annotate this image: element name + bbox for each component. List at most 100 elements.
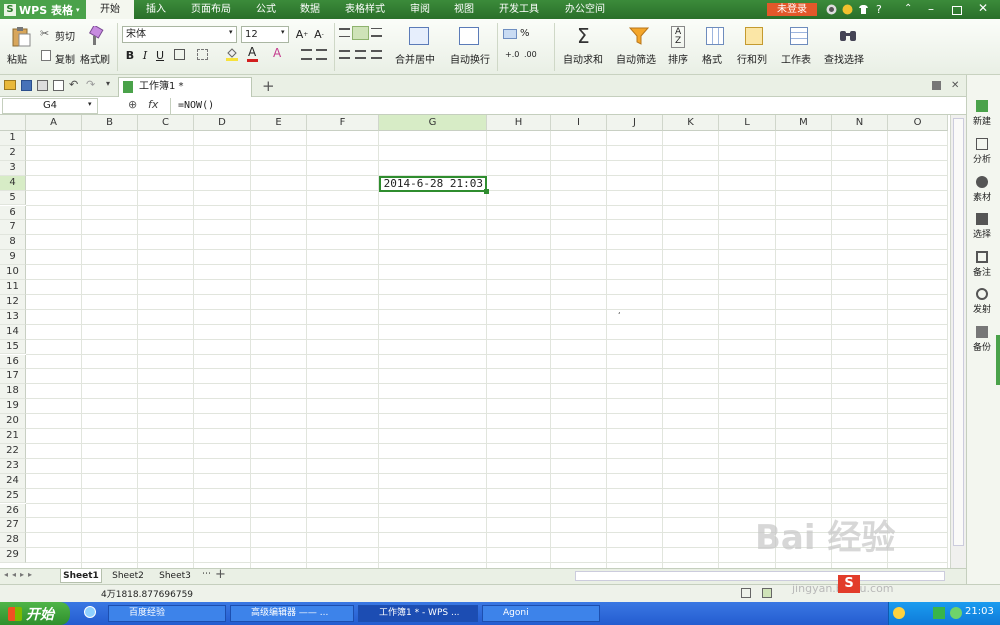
column-header-f[interactable]: F [307,115,379,131]
format-painter-icon[interactable] [87,26,105,46]
tab-view[interactable]: 视图 [442,0,486,19]
decrease-decimal-icon[interactable]: .00 [524,50,537,59]
column-header-o[interactable]: O [888,115,948,131]
start-button[interactable]: 开始 [0,602,70,625]
sort-icon[interactable]: AZ [671,26,686,48]
row-header-3[interactable]: 3 [0,160,26,176]
chevron-up-icon[interactable]: ⌃ [904,3,912,14]
sheet-tab-2[interactable]: Sheet2 [107,569,149,583]
align-middle-icon[interactable] [352,26,369,40]
close-doc-icon[interactable]: ✕ [951,80,959,91]
side-backup[interactable]: 备份 [966,326,998,353]
more-sheets-icon[interactable]: ⋯ [202,569,211,579]
row-col-icon[interactable] [745,27,763,45]
side-select[interactable]: 选择 [966,213,998,240]
tab-formula[interactable]: 公式 [244,0,288,19]
row-header-25[interactable]: 25 [0,488,26,504]
ie-quicklaunch-icon[interactable] [84,606,96,618]
fill-color-icon[interactable] [225,47,239,61]
tab-table-style[interactable]: 表格样式 [332,0,398,19]
indent-increase-icon[interactable] [316,49,327,60]
tab-developer[interactable]: 开发工具 [486,0,552,19]
tab-data[interactable]: 数据 [288,0,332,19]
ime-s-icon[interactable]: S [838,575,860,593]
tab-office-space[interactable]: 办公空间 [552,0,618,19]
row-header-26[interactable]: 26 [0,503,26,519]
side-materials[interactable]: 素材 [966,176,998,203]
row-header-29[interactable]: 29 [0,548,26,564]
column-header-l[interactable]: L [719,115,776,131]
align-top-icon[interactable] [339,28,350,37]
column-header-i[interactable]: I [551,115,607,131]
side-notes[interactable]: 备注 [966,251,998,278]
row-header-21[interactable]: 21 [0,429,26,444]
align-center-icon[interactable] [355,50,366,59]
function-icon[interactable]: fx [148,98,158,111]
tab-insert[interactable]: 插入 [134,0,178,19]
column-header-b[interactable]: B [82,115,138,131]
sheet-tab-3[interactable]: Sheet3 [154,569,196,583]
page-layout-icon[interactable] [762,588,772,598]
format-icon[interactable] [706,27,724,45]
row-header-19[interactable]: 19 [0,399,26,415]
skin-icon[interactable] [826,4,837,15]
shrink-font-icon[interactable]: A- [311,26,327,42]
find-select-button[interactable]: 查找选择 [824,51,864,66]
row-header-13[interactable]: 13 [0,309,26,325]
column-header-h[interactable]: H [487,115,551,131]
formula-input[interactable]: =NOW() [178,98,214,114]
clear-format-icon[interactable]: A [273,46,281,60]
side-analysis[interactable]: 分析 [966,138,998,165]
indent-decrease-icon[interactable] [301,49,312,60]
sum-icon[interactable]: Σ [577,24,590,48]
column-header-k[interactable]: K [663,115,719,131]
font-color-icon[interactable]: A [248,45,256,59]
grow-font-icon[interactable]: A + [294,26,310,42]
paste-button[interactable]: 粘贴 [7,51,27,66]
close-icon[interactable]: ✕ [978,1,988,15]
minimize-icon[interactable]: – [928,2,934,16]
task-editor[interactable]: 高级编辑器 —— ... [230,605,354,622]
row-header-22[interactable]: 22 [0,443,26,459]
task-agoni[interactable]: Agoni [482,605,600,622]
row-header-10[interactable]: 10 [0,265,26,280]
percent-button[interactable]: % [520,28,530,39]
undo-icon[interactable]: ↶ [69,78,78,91]
row-header-17[interactable]: 17 [0,369,26,385]
row-header-23[interactable]: 23 [0,458,26,474]
add-sheet-icon[interactable]: + [215,567,226,582]
align-right-icon[interactable] [371,50,382,59]
side-panel-handle[interactable] [996,335,1000,385]
row-header-1[interactable]: 1 [0,131,26,146]
italic-icon[interactable]: I [137,47,153,63]
selected-cell-g4[interactable]: 2014-6-28 21:03 [379,176,487,192]
merge-center-button[interactable]: 合并居中 [395,51,435,66]
format-button[interactable]: 格式 [702,51,722,66]
restore-icon[interactable] [952,6,962,15]
side-send[interactable]: 发射 [966,288,998,315]
tab-page-layout[interactable]: 页面布局 [178,0,244,19]
save-icon[interactable] [21,80,32,91]
sort-button[interactable]: 排序 [668,51,688,66]
shirt-icon[interactable] [858,4,869,15]
column-header-d[interactable]: D [194,115,251,131]
shield-tray-icon[interactable] [933,607,945,619]
bold-icon[interactable]: B [122,47,138,63]
open-icon[interactable] [4,80,16,90]
font-name-select[interactable]: 宋体 [122,26,237,43]
print-preview-icon[interactable] [53,80,64,91]
wrap-text-icon[interactable] [459,27,479,45]
row-header-16[interactable]: 16 [0,354,26,370]
network-tray-icon[interactable] [950,607,962,619]
row-header-15[interactable]: 15 [0,339,26,355]
scroll-thumb[interactable] [953,118,964,546]
row-header-27[interactable]: 27 [0,518,26,534]
binoculars-icon[interactable] [839,27,857,43]
normal-view-icon[interactable] [741,588,751,598]
cell-style-icon[interactable] [197,49,208,60]
worksheet-button[interactable]: 工作表 [781,51,811,66]
app-logo[interactable]: S WPS 表格 ▾ [0,0,86,19]
restore-doc-icon[interactable] [932,81,941,90]
row-header-12[interactable]: 12 [0,294,26,310]
align-bottom-icon[interactable] [371,28,382,37]
